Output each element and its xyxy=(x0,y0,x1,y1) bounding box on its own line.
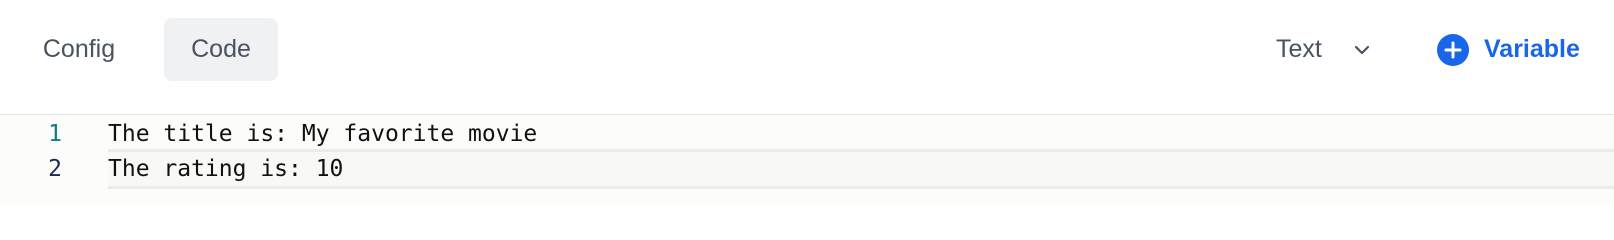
add-variable-label: Variable xyxy=(1484,35,1580,63)
mode-select-label: Text xyxy=(1276,35,1322,63)
code-line-active[interactable]: 2 The rating is: 10 xyxy=(0,149,1614,189)
line-number: 1 xyxy=(48,121,62,147)
line-text[interactable]: The rating is: 10 xyxy=(108,149,1614,189)
code-line[interactable]: 1 The title is: My favorite movie xyxy=(0,117,1614,151)
code-editor[interactable]: 1 The title is: My favorite movie 2 The … xyxy=(0,115,1614,204)
tab-config[interactable]: Config xyxy=(18,18,140,81)
chevron-down-icon xyxy=(1352,40,1372,60)
tab-code[interactable]: Code xyxy=(164,18,278,81)
line-text[interactable]: The title is: My favorite movie xyxy=(108,117,1614,151)
add-variable-button[interactable]: Variable xyxy=(1436,18,1606,81)
mode-select-dropdown[interactable]: Text xyxy=(1262,18,1402,81)
plus-circle-icon xyxy=(1436,33,1470,67)
editor-toolbar: Config Code Text Variable xyxy=(0,0,1614,115)
line-number: 2 xyxy=(48,156,62,182)
